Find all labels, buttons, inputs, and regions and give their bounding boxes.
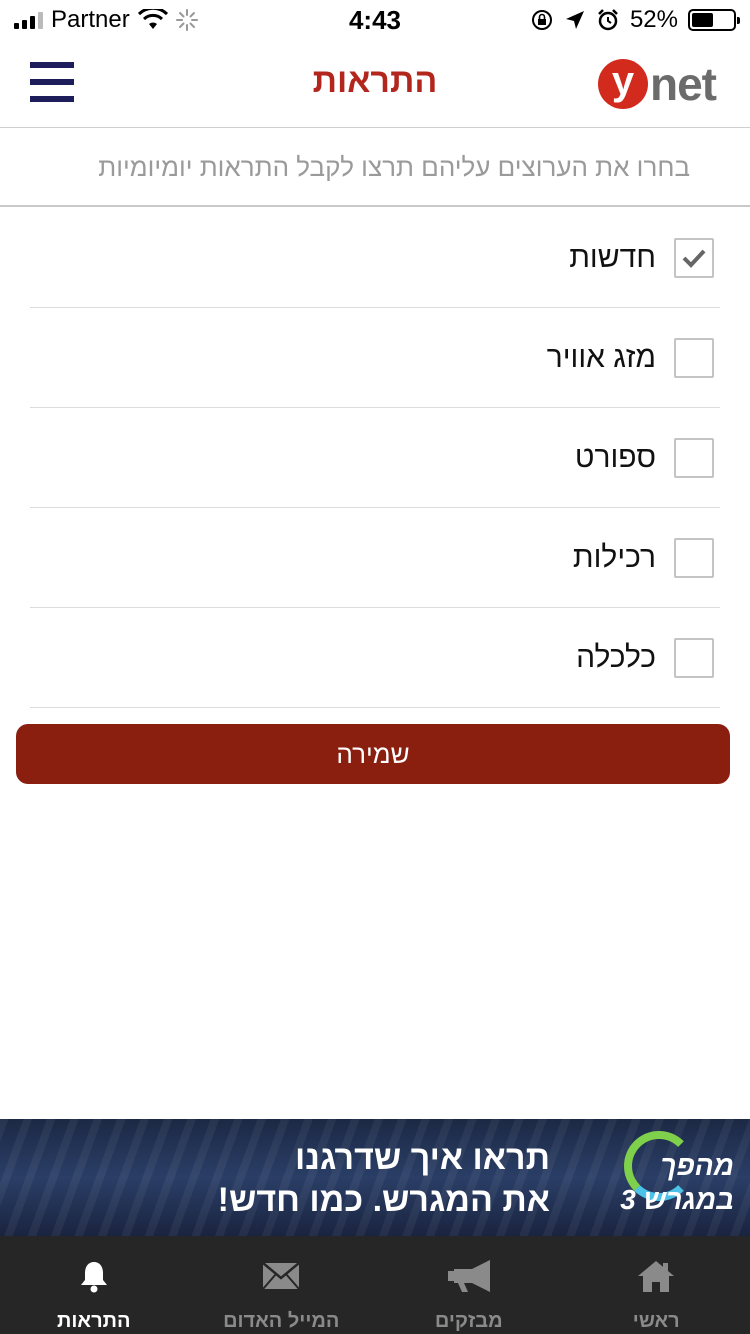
- checkbox[interactable]: [674, 537, 714, 578]
- checkbox[interactable]: [674, 337, 714, 378]
- channel-label: כלכלה: [576, 640, 656, 674]
- bell-icon: [79, 1256, 109, 1296]
- save-button[interactable]: שמירה: [16, 724, 730, 784]
- status-left: Partner: [14, 6, 198, 34]
- signal-strength-icon: [14, 11, 43, 29]
- battery-icon: [688, 9, 740, 31]
- banner-line-2: את המגרש. כמו חדש!: [217, 1181, 550, 1219]
- ynet-logo[interactable]: y net: [598, 56, 722, 112]
- checkbox[interactable]: [674, 637, 714, 678]
- checkbox[interactable]: [674, 237, 714, 278]
- status-bar: Partner 4:43 52%: [0, 0, 750, 40]
- checkbox[interactable]: [674, 437, 714, 478]
- orientation-lock-icon: [531, 10, 552, 30]
- alarm-clock-icon: [598, 9, 618, 31]
- banner-logo: מהפך במגרש 3: [584, 1127, 734, 1227]
- channel-item-weather[interactable]: מזג אוויר: [30, 308, 720, 408]
- channel-item-gossip[interactable]: רכילות: [30, 508, 720, 608]
- banner-logo-line-2: במגרש 3: [620, 1184, 734, 1215]
- banner-logo-line-1: מהפך: [660, 1150, 734, 1181]
- channel-item-sport[interactable]: ספורט: [30, 408, 720, 508]
- channel-item-news[interactable]: חדשות: [30, 208, 720, 308]
- tab-label: המייל האדום: [223, 1310, 340, 1332]
- battery-fill: [692, 13, 713, 27]
- tab-red-mail[interactable]: המייל האדום: [188, 1236, 376, 1334]
- checkmark-icon: [682, 249, 706, 268]
- tab-label: מבזקים: [434, 1310, 503, 1332]
- tab-home[interactable]: ראשי: [563, 1236, 750, 1334]
- carrier-name: Partner: [51, 6, 130, 33]
- channel-item-economy[interactable]: כלכלה: [30, 608, 720, 708]
- bottom-tab-bar: התראות המייל האדום מבזקים ראשי: [0, 1236, 750, 1334]
- status-right: 52%: [530, 6, 740, 34]
- wifi-icon: [137, 9, 168, 29]
- tab-flashes[interactable]: מבזקים: [375, 1236, 563, 1334]
- logo-letter: y: [598, 59, 648, 109]
- channel-label: רכילות: [572, 540, 656, 574]
- channel-label: מזג אוויר: [546, 340, 656, 374]
- instruction-text: בחרו את הערוצים עליהם תרצו לקבל התראות י…: [0, 129, 750, 207]
- tab-label: התראות: [57, 1310, 131, 1332]
- battery-percent: 52%: [629, 6, 678, 33]
- channel-list: חדשות מזג אוויר ספורט רכילות כלכלה: [30, 208, 720, 708]
- logo-text: net: [650, 58, 717, 110]
- channel-label: חדשות: [569, 240, 656, 274]
- tab-alerts[interactable]: התראות: [0, 1236, 188, 1334]
- tab-label: ראשי: [632, 1310, 680, 1332]
- channel-label: ספורט: [574, 440, 656, 474]
- app-header: התראות y net: [0, 40, 750, 128]
- banner-logo-text: מהפך במגרש 3: [584, 1149, 734, 1217]
- home-icon: [637, 1256, 675, 1296]
- location-arrow-icon: [565, 11, 584, 29]
- banner-line-1: תראו איך שדרגנו: [295, 1139, 550, 1177]
- mail-icon: [262, 1256, 301, 1296]
- megaphone-icon: [446, 1256, 492, 1296]
- banner-text: תראו איך שדרגנו את המגרש. כמו חדש!: [170, 1137, 550, 1221]
- ad-banner[interactable]: תראו איך שדרגנו את המגרש. כמו חדש! מהפך …: [0, 1119, 750, 1236]
- activity-spinner-icon: [175, 9, 198, 31]
